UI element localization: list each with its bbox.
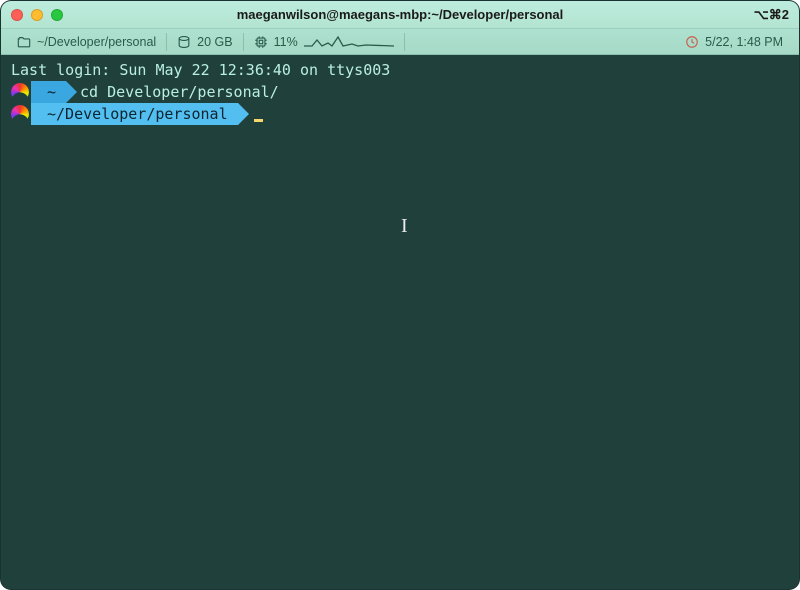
status-cwd-text: ~/Developer/personal <box>37 35 156 49</box>
status-clock[interactable]: 5/22, 1:48 PM <box>675 33 793 51</box>
status-disk[interactable]: 20 GB <box>167 33 243 51</box>
terminal-window: maeganwilson@maegans-mbp:~/Developer/per… <box>0 0 800 590</box>
clock-icon <box>685 35 699 49</box>
cpu-icon <box>254 35 268 49</box>
prompt-segment-home: ~ <box>31 81 66 103</box>
folder-icon <box>17 35 31 49</box>
titlebar[interactable]: maeganwilson@maegans-mbp:~/Developer/per… <box>1 1 799 29</box>
cursor-icon <box>254 119 263 122</box>
status-cpu[interactable]: 11% <box>244 33 405 51</box>
minimize-icon[interactable] <box>31 9 43 21</box>
status-disk-text: 20 GB <box>197 35 232 49</box>
status-cwd[interactable]: ~/Developer/personal <box>7 33 167 51</box>
rainbow-icon <box>11 105 29 123</box>
prompt-home-text: ~ <box>47 81 56 103</box>
cpu-sparkline-icon <box>304 34 394 50</box>
zoom-icon[interactable] <box>51 9 63 21</box>
disk-icon <box>177 35 191 49</box>
text-cursor-icon: I <box>401 215 408 237</box>
statusbar: ~/Developer/personal 20 GB 11% <box>1 29 799 55</box>
close-icon[interactable] <box>11 9 23 21</box>
traffic-lights <box>11 9 63 21</box>
prompt-segment-path: ~/Developer/personal <box>31 103 238 125</box>
rainbow-icon <box>11 83 29 101</box>
window-shortcut: ⌥⌘2 <box>754 7 789 23</box>
window-title: maeganwilson@maegans-mbp:~/Developer/per… <box>1 7 799 22</box>
status-cpu-text: 11% <box>274 35 298 49</box>
terminal-area[interactable]: Last login: Sun May 22 12:36:40 on ttys0… <box>1 55 799 589</box>
login-line: Last login: Sun May 22 12:36:40 on ttys0… <box>7 59 793 81</box>
prompt-line-1: ~ cd Developer/personal/ <box>7 81 793 103</box>
status-clock-text: 5/22, 1:48 PM <box>705 35 783 49</box>
command-text: cd Developer/personal/ <box>80 81 279 103</box>
prompt-path-text: ~/Developer/personal <box>47 103 228 125</box>
prompt-line-2: ~/Developer/personal <box>7 103 793 125</box>
